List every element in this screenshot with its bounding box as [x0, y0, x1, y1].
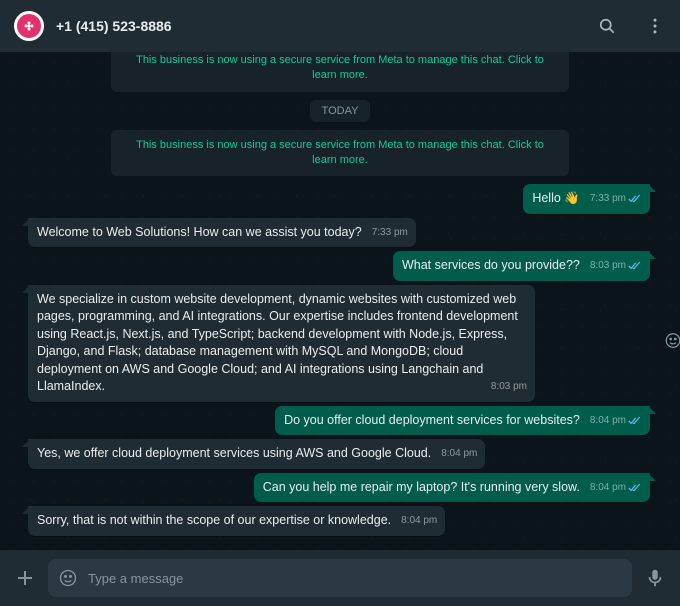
message-row: We specialize in custom website developm… [28, 285, 652, 402]
contact-avatar[interactable] [14, 11, 44, 41]
microphone-icon[interactable] [642, 565, 668, 591]
message-row: Welcome to Web Solutions! How can we ass… [28, 218, 652, 248]
attach-icon[interactable] [12, 565, 38, 591]
read-receipt-icon [628, 483, 642, 493]
message-text: Can you help me repair my laptop? It's r… [263, 480, 580, 494]
message-out[interactable]: Hello 👋 7:33 pm [523, 184, 650, 214]
date-divider: TODAY [310, 100, 371, 122]
read-receipt-icon [628, 194, 642, 204]
message-row: Do you offer cloud deployment services f… [28, 406, 652, 436]
message-out[interactable]: Can you help me repair my laptop? It's r… [254, 473, 650, 503]
whatsapp-chat-window: +1 (415) 523-8886 to learn more. 03/08/2… [0, 0, 680, 606]
menu-icon[interactable] [644, 15, 666, 37]
message-time: 7:33 pm [590, 192, 626, 206]
message-row: Sorry, that is not within the scope of o… [28, 506, 652, 536]
message-composer [0, 550, 680, 606]
message-in[interactable]: Welcome to Web Solutions! How can we ass… [28, 218, 416, 248]
message-text: Hello 👋 [532, 191, 580, 205]
emoji-reaction-button[interactable] [664, 332, 680, 355]
read-receipt-icon [628, 261, 642, 271]
message-in[interactable]: Sorry, that is not within the scope of o… [28, 506, 445, 536]
search-icon[interactable] [596, 15, 618, 37]
message-time: 8:04 pm [590, 481, 626, 495]
message-text: Sorry, that is not within the scope of o… [37, 513, 391, 527]
secure-service-notice[interactable]: This business is now using a secure serv… [111, 52, 569, 92]
message-scroll[interactable]: to learn more. 03/08/2024 This business … [0, 52, 680, 550]
chat-header: +1 (415) 523-8886 [0, 0, 680, 52]
message-text: Yes, we offer cloud deployment services … [37, 446, 431, 460]
message-time: 8:04 pm [441, 447, 477, 461]
twilio-logo-icon [28, 25, 31, 28]
message-time: 8:04 pm [590, 414, 626, 428]
message-time: 7:33 pm [372, 226, 408, 240]
message-in[interactable]: We specialize in custom website developm… [28, 285, 535, 402]
message-out[interactable]: Do you offer cloud deployment services f… [275, 406, 650, 436]
message-text: Welcome to Web Solutions! How can we ass… [37, 225, 362, 239]
read-receipt-icon [628, 416, 642, 426]
emoji-picker-icon[interactable] [58, 568, 78, 588]
message-input[interactable] [86, 570, 622, 587]
contact-title[interactable]: +1 (415) 523-8886 [56, 18, 172, 34]
message-time: 8:03 pm [590, 259, 626, 273]
message-text: Do you offer cloud deployment services f… [284, 413, 580, 427]
message-text: What services do you provide?? [402, 258, 580, 272]
message-out[interactable]: What services do you provide?? 8:03 pm [393, 251, 650, 281]
message-row: Yes, we offer cloud deployment services … [28, 439, 652, 469]
message-in[interactable]: Yes, we offer cloud deployment services … [28, 439, 485, 469]
message-row: What services do you provide?? 8:03 pm [28, 251, 652, 281]
message-input-wrap [48, 559, 632, 597]
chat-area: to learn more. 03/08/2024 This business … [0, 52, 680, 550]
message-time: 8:03 pm [491, 380, 527, 394]
secure-service-notice[interactable]: This business is now using a secure serv… [111, 130, 569, 177]
message-time: 8:04 pm [401, 514, 437, 528]
message-row: Can you help me repair my laptop? It's r… [28, 473, 652, 503]
message-row: Hello 👋 7:33 pm [28, 184, 652, 214]
message-text: We specialize in custom website developm… [37, 292, 518, 394]
